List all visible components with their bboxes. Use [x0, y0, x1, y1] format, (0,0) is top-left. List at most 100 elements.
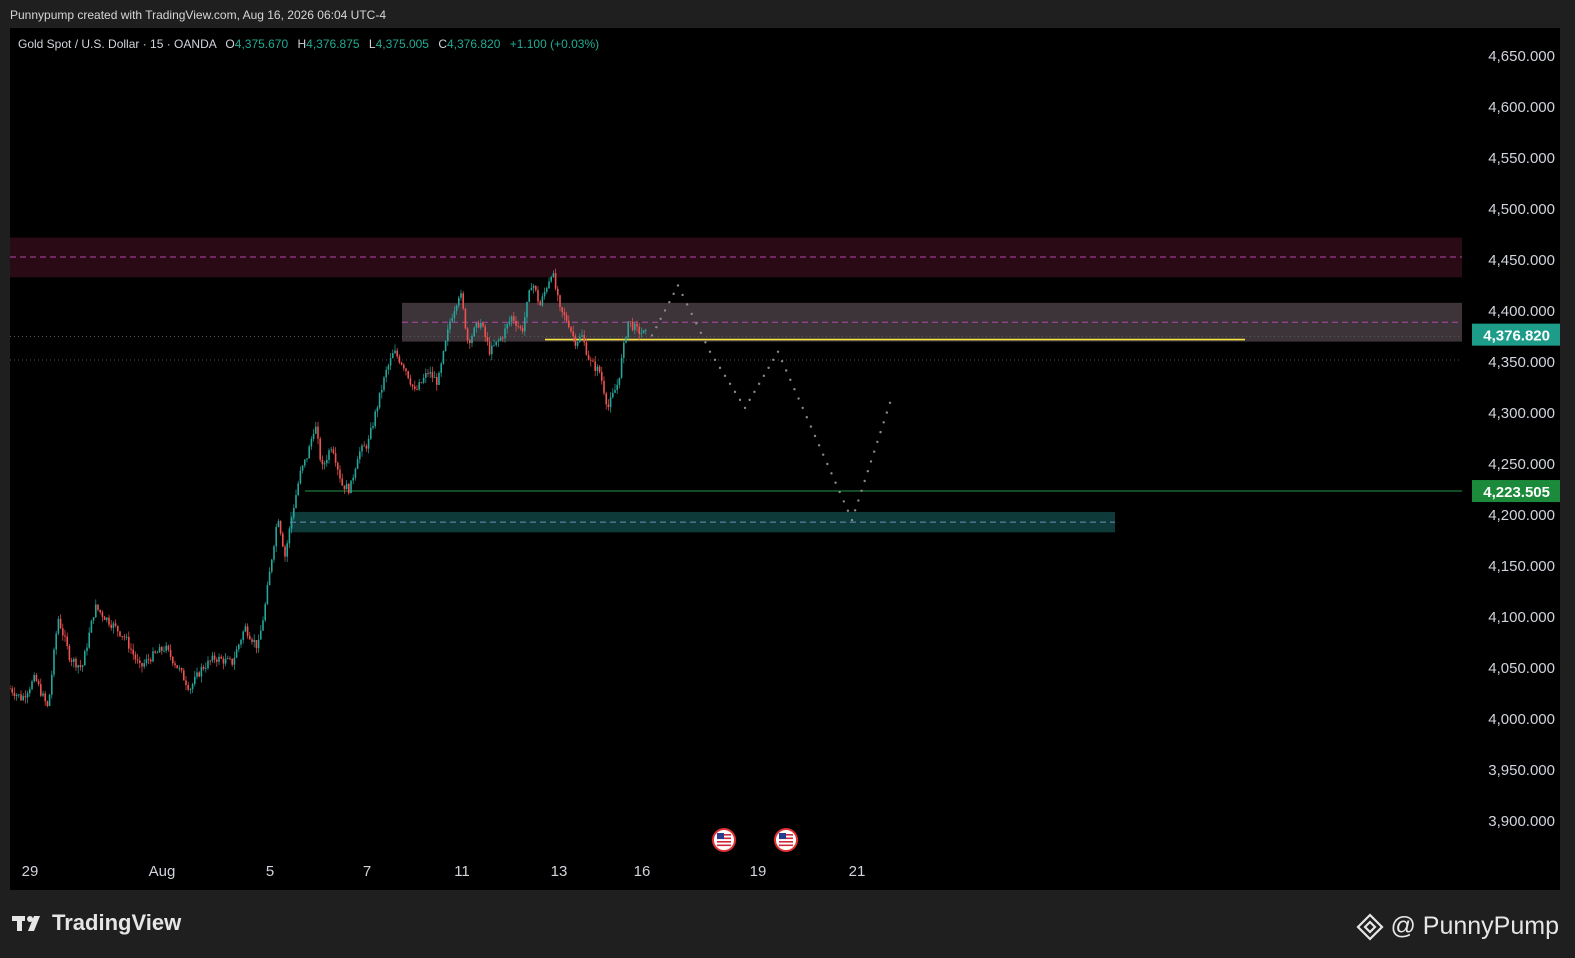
candle-body — [581, 335, 583, 337]
price-tick-label: 4,100.000 — [1488, 609, 1555, 626]
candle-body — [297, 483, 299, 495]
candle-body — [493, 345, 495, 346]
candle-body — [216, 659, 218, 662]
projection-dot — [743, 406, 747, 410]
top-bar: Punnypump created with TradingView.com, … — [0, 0, 1575, 28]
candle-body — [530, 287, 533, 291]
tradingview-logo[interactable]: TradingView — [12, 910, 181, 936]
candle-body — [13, 692, 16, 697]
candle-body — [213, 655, 216, 660]
candle-body — [466, 328, 469, 340]
candle-body — [90, 620, 93, 633]
candle-body — [425, 373, 427, 378]
candle-body — [156, 652, 159, 654]
candle-body — [609, 397, 612, 408]
candle-body — [548, 281, 550, 289]
candle-body — [59, 618, 62, 629]
candle-body — [631, 321, 634, 331]
candle-body — [95, 604, 97, 618]
candle-body — [112, 623, 115, 628]
time-tick-label: 5 — [266, 863, 274, 880]
projection-dot — [753, 390, 756, 394]
low-label: L — [368, 37, 376, 51]
candle-body — [29, 689, 31, 694]
candle-body — [222, 658, 225, 664]
candle-body — [110, 624, 112, 628]
candle-body — [301, 465, 304, 471]
time-tick-label: Aug — [149, 863, 176, 880]
candle-body — [103, 616, 106, 620]
candle-body — [389, 358, 392, 366]
candle-body — [323, 463, 326, 465]
open-label: O — [225, 37, 235, 51]
candle-body — [444, 340, 447, 352]
candle-body — [10, 688, 11, 690]
projection-dot — [672, 292, 675, 296]
candle-body — [590, 359, 592, 361]
candle-body — [495, 341, 497, 346]
high-label: H — [297, 37, 307, 51]
candle-body — [275, 526, 277, 547]
projection-dot — [762, 374, 766, 378]
candle-body — [363, 445, 365, 447]
candle-body — [350, 480, 352, 494]
projection-dot — [817, 444, 821, 447]
candle-body — [196, 672, 198, 677]
candle-body — [202, 666, 205, 669]
candle-body — [139, 660, 141, 664]
candle-body — [537, 290, 539, 302]
candle-body — [253, 640, 255, 642]
projection-dot — [842, 500, 845, 503]
projection-dot — [668, 300, 671, 304]
candle-body — [594, 361, 596, 371]
candle-body — [231, 658, 233, 665]
candle-body — [524, 317, 526, 332]
candle-body — [211, 655, 214, 661]
symbol-legend: Gold Spot / U.S. Dollar · 15 · OANDA O 4,… — [18, 37, 599, 51]
candle-body — [394, 350, 396, 354]
time-tick-label: 16 — [634, 863, 651, 880]
candle-body — [361, 445, 363, 452]
candle-body — [295, 494, 297, 509]
projection-dot — [813, 434, 817, 438]
candle-body — [167, 645, 170, 650]
us-news-marker-icon — [712, 828, 736, 852]
candle-body — [583, 335, 585, 343]
high-value: 4,376.875 — [306, 37, 360, 51]
flag-stripe — [779, 841, 793, 843]
candle-body — [515, 320, 517, 326]
projection-dot — [882, 421, 885, 424]
candle-body — [121, 636, 123, 637]
chart-area[interactable]: 3,900.000 3,950.000 4,000.000 4,050.000 4,10… — [10, 28, 1560, 890]
candle-body — [356, 459, 359, 469]
flag-ring — [712, 828, 736, 852]
projection-dot — [888, 401, 892, 404]
candle-body — [229, 658, 231, 660]
candle-body — [238, 644, 240, 650]
candle-body — [345, 483, 348, 490]
candle-body — [334, 453, 337, 463]
candle-body — [73, 658, 75, 662]
candle-body — [348, 483, 350, 494]
projection-dot — [723, 374, 727, 378]
candle-body — [136, 659, 139, 661]
candle-body — [46, 701, 49, 706]
candle-body — [640, 333, 643, 335]
candle-body — [53, 649, 55, 675]
candle-body — [447, 329, 449, 341]
price-tick-label: 4,350.000 — [1488, 354, 1555, 371]
candle-body — [636, 323, 638, 327]
symbol-name: Gold Spot / U.S. Dollar · 15 · OANDA — [18, 37, 217, 51]
projection-dot — [805, 416, 808, 419]
low-value: 4,375.005 — [375, 37, 429, 51]
author-brand: @ PunnyPump — [1356, 912, 1559, 941]
candle-body — [84, 651, 86, 666]
candle-body — [554, 273, 557, 289]
candle-body — [161, 647, 163, 651]
projection-dot — [797, 397, 800, 400]
candle-body — [128, 636, 130, 649]
price-chart[interactable]: 3,900.000 3,950.000 4,000.000 4,050.000 4,10… — [10, 28, 1560, 890]
candle-body — [354, 468, 357, 478]
flag-stripe — [717, 841, 731, 843]
candle-body — [66, 636, 68, 647]
